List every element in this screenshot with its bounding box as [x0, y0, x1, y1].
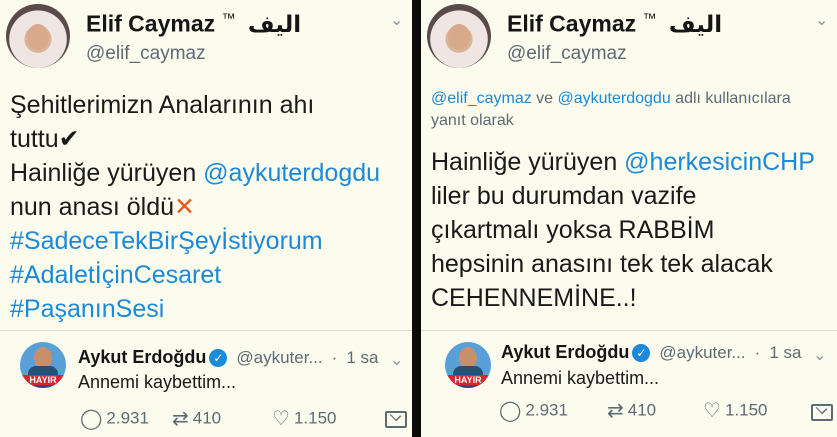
quoted-author-handle[interactable]: @aykuter... [659, 343, 745, 362]
tweet-body: Hainliğe yürüyen @herkesicinCHP liler bu… [431, 145, 815, 315]
tweet-right: Elif Caymaz ™ اليف @elif_caymaz ⌄ @elif_… [421, 0, 837, 437]
quoted-author-name[interactable]: Aykut Erdoğdu [501, 342, 629, 362]
chevron-down-icon[interactable]: ⌄ [813, 345, 826, 365]
quoted-author[interactable]: Aykut Erdoğdu ✓ @aykuter... · 1 sa [501, 342, 801, 363]
mention-link[interactable]: @aykuterdogdu [203, 159, 380, 187]
hayir-badge: HAYIR [445, 375, 491, 385]
quoted-author-name[interactable]: Aykut Erdoğdu [78, 347, 206, 367]
like-count: 1.150 [724, 400, 768, 420]
retweet-button[interactable]: ⇄ 410 [607, 398, 656, 423]
tweet-line: tuttu✔ [10, 125, 80, 153]
tweet-line: CEHENNEMİNE..! [431, 284, 637, 312]
reply-icon: ◯ [80, 408, 103, 430]
reply-context: @elif_caymaz ve @aykuterdogdu adlı kulla… [431, 88, 831, 132]
author-display-name[interactable]: Elif Caymaz [86, 11, 215, 37]
author-handle[interactable]: @elif_caymaz [86, 43, 206, 65]
author-tm: ™ [221, 10, 236, 26]
tweet-line: Hainliğe yürüyen @aykuterdogdu [10, 159, 381, 187]
mention-link[interactable]: @herkesicinCHP [624, 148, 815, 176]
quoted-author-avatar[interactable]: HAYIR [445, 342, 491, 388]
author-name[interactable]: Elif Caymaz ™ اليف [86, 10, 301, 38]
tweet-line: Şehitlerimizn Analarının ahı [10, 91, 315, 119]
verified-badge-icon: ✓ [209, 349, 228, 368]
quoted-author-handle[interactable]: @aykuter... [236, 348, 322, 367]
cross-mark-icon: ✕ [174, 193, 195, 221]
reply-context-text: yanıt olarak [431, 112, 514, 129]
like-count: 1.150 [293, 408, 337, 428]
quoted-timestamp[interactable]: 1 sa [769, 343, 801, 362]
hayir-badge: HAYIR [20, 375, 66, 385]
mention-link[interactable]: @elif_caymaz [431, 90, 532, 107]
hashtag-link[interactable]: #AdaletİçinCesaret [10, 258, 380, 292]
mention-link[interactable]: @aykuterdogdu [558, 90, 671, 107]
retweet-icon: ⇄ [607, 400, 624, 422]
author-arabic-name: اليف [247, 10, 302, 37]
tweet-line: nun anası öldü✕ [10, 193, 195, 221]
divider [421, 330, 837, 331]
author-tm: ™ [642, 10, 657, 26]
divider [0, 330, 412, 331]
retweet-count: 410 [627, 400, 657, 420]
like-button[interactable]: ♡ 1.150 [272, 406, 336, 431]
hashtag-link[interactable]: #PaşanınSesi [10, 292, 380, 326]
reply-context-text: ve [531, 90, 558, 107]
chevron-down-icon[interactable]: ⌄ [390, 10, 403, 30]
author-arabic-name: اليف [668, 10, 723, 37]
heart-icon: ♡ [272, 408, 290, 430]
author-display-name[interactable]: Elif Caymaz [507, 11, 636, 37]
tweet-line: Hainliğe yürüyen @herkesicinCHP [431, 148, 815, 176]
hashtag-link[interactable]: #SadeceTekBirŞeyİstiyorum [10, 224, 380, 258]
retweet-button[interactable]: ⇄ 410 [172, 406, 221, 431]
reply-button[interactable]: ◯ 2.931 [80, 406, 149, 431]
verified-badge-icon: ✓ [632, 344, 651, 363]
tweet-line: çıkartmalı yoksa RABBİM [431, 216, 715, 244]
reply-context-text: adlı kullanıcılara [670, 90, 791, 107]
author-name[interactable]: Elif Caymaz ™ اليف [507, 10, 722, 38]
reply-count: 2.931 [525, 400, 568, 420]
quoted-author-avatar[interactable]: HAYIR [20, 342, 66, 388]
author-handle[interactable]: @elif_caymaz [507, 43, 627, 65]
reply-count: 2.931 [106, 408, 149, 428]
separator-dot: · [331, 348, 338, 367]
checkmark-icon: ✔ [58, 125, 80, 153]
tweet-line: hepsinin anasını tek tek alacak [431, 250, 773, 278]
author-avatar[interactable] [6, 4, 70, 68]
tweet-line: liler bu durumdan vazife [431, 182, 697, 210]
quoted-timestamp[interactable]: 1 sa [346, 348, 378, 367]
mail-icon[interactable] [811, 404, 833, 421]
retweet-icon: ⇄ [172, 408, 189, 430]
like-button[interactable]: ♡ 1.150 [703, 398, 767, 423]
separator-dot: · [754, 343, 761, 362]
tweet-body: Şehitlerimizn Analarının ahı tuttu✔ Hain… [10, 88, 380, 326]
tweet-left: Elif Caymaz ™ اليف @elif_caymaz ⌄ Şehitl… [0, 0, 412, 437]
reply-icon: ◯ [499, 400, 522, 422]
quoted-tweet-text: Annemi kaybettim... [78, 372, 237, 392]
reply-button[interactable]: ◯ 2.931 [499, 398, 568, 423]
retweet-count: 410 [192, 408, 222, 428]
quoted-tweet-text: Annemi kaybettim... [501, 368, 660, 388]
chevron-down-icon[interactable]: ⌄ [390, 350, 403, 370]
mail-icon[interactable] [385, 411, 407, 428]
author-avatar[interactable] [427, 4, 491, 68]
chevron-down-icon[interactable]: ⌄ [815, 10, 828, 30]
quoted-author[interactable]: Aykut Erdoğdu ✓ @aykuter... · 1 sa [78, 347, 378, 368]
heart-icon: ♡ [703, 400, 721, 422]
